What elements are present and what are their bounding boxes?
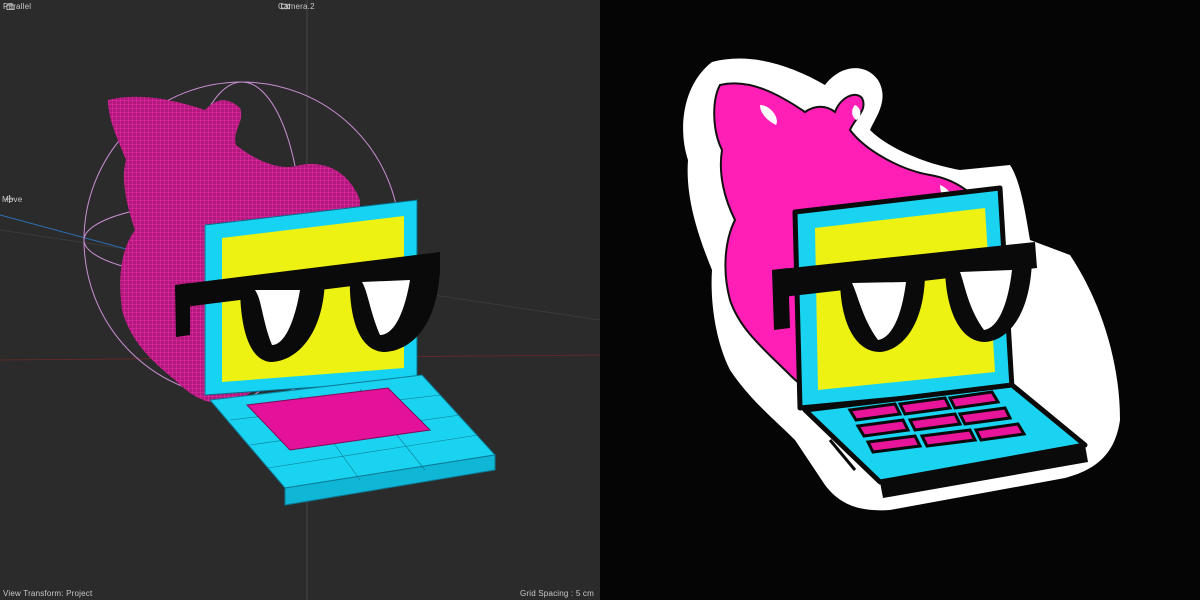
camera-label[interactable]: Camera.2 <box>278 2 315 11</box>
move-icon <box>5 195 14 203</box>
sticker-render <box>683 58 1120 511</box>
projection-label[interactable]: Parallel <box>3 2 31 11</box>
app-root: Parallel Camera.2 Move View Transform: P… <box>0 0 1200 600</box>
viewport-scene <box>0 0 600 600</box>
3d-viewport[interactable]: Parallel Camera.2 Move View Transform: P… <box>0 0 600 600</box>
tool-label[interactable]: Move <box>2 195 22 204</box>
grid-spacing-label: Grid Spacing : 5 cm <box>519 589 594 598</box>
lock-icon <box>6 3 15 10</box>
render-preview <box>600 0 1200 600</box>
camera-icon <box>281 3 290 10</box>
view-transform-label: View Transform: Project <box>3 589 93 598</box>
